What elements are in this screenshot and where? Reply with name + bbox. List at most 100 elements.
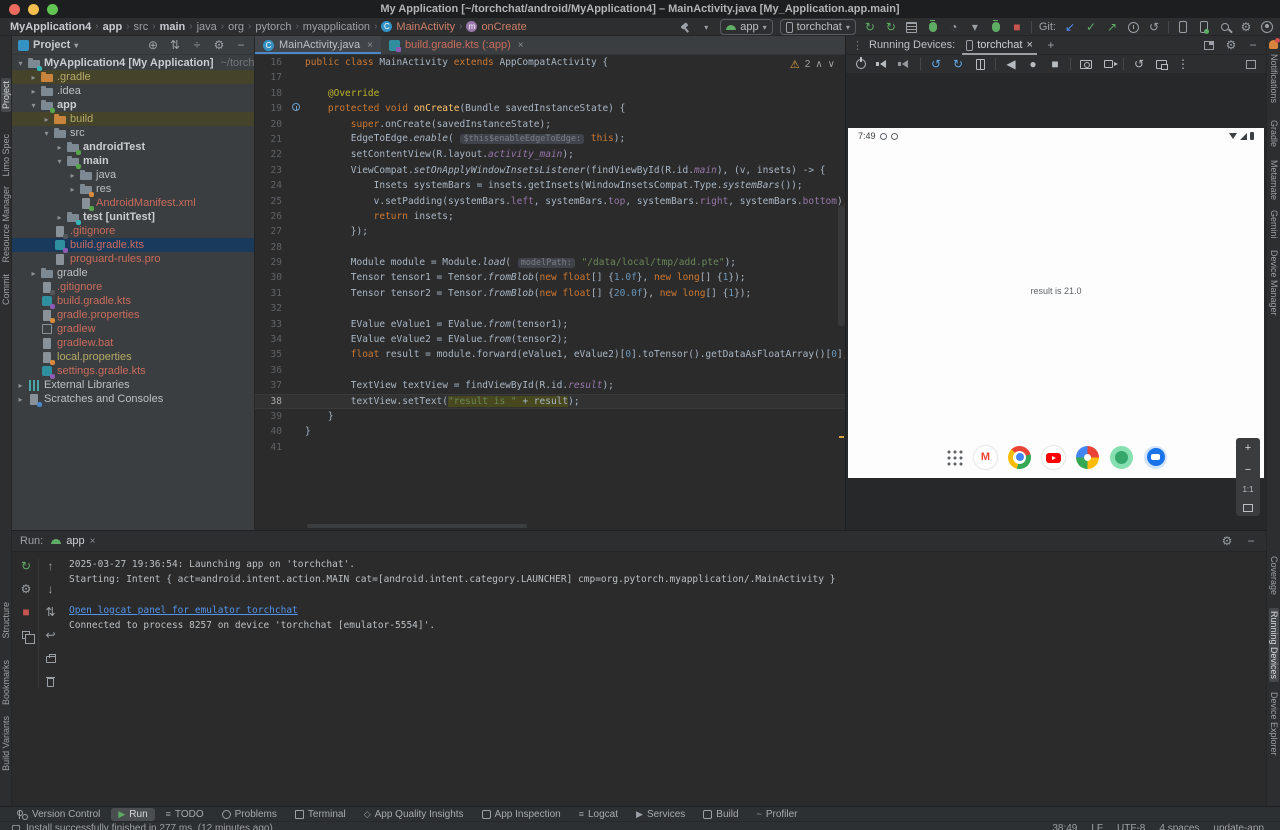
settings-icon[interactable]: ⚙ [1239, 20, 1253, 34]
code-line-27[interactable]: 27 }); [255, 224, 845, 239]
emulator-screen[interactable]: 7:49 result is 21.0 M [848, 128, 1264, 478]
apply-changes-icon[interactable]: ↻ [863, 20, 877, 34]
git-update-icon[interactable]: ↙ [1063, 20, 1077, 34]
code-line-21[interactable]: 21 EdgeToEdge.enable( $this$enableEdgeTo… [255, 132, 845, 147]
code-line-18[interactable]: 18 @Override [255, 86, 845, 101]
youtube-app-icon[interactable] [1042, 446, 1065, 469]
code-line-34[interactable]: 34 EValue eValue2 = EValue.from(tensor2)… [255, 332, 845, 347]
launcher-app-icon[interactable] [945, 448, 963, 466]
tool-strip-resource-manager[interactable]: Resource Manager [1, 186, 11, 263]
tree-item-test-unittest[interactable]: ▸test [unitTest] [12, 210, 254, 224]
zoom-ratio-button[interactable]: 1:1 [1242, 485, 1253, 494]
profiler-dropdown-icon[interactable]: ▾ [968, 20, 982, 34]
tool-strip-bookmarks[interactable]: Bookmarks [1, 660, 11, 705]
hide-toolbar-icon[interactable] [1244, 57, 1258, 71]
rotate-left-button[interactable]: ↺ [929, 57, 943, 71]
fit-to-window-button[interactable] [1243, 504, 1253, 512]
apply-code-changes-icon[interactable]: ↻ [884, 20, 898, 34]
editor-vertical-scrollbar[interactable] [838, 206, 845, 326]
more-options-button[interactable]: ⋮ [1176, 57, 1190, 71]
zoom-in-button[interactable]: + [1245, 442, 1251, 454]
code-line-36[interactable]: 36 [255, 363, 845, 378]
tree-item-local-properties[interactable]: local.properties [12, 350, 254, 364]
screenshot-button[interactable] [1079, 57, 1093, 71]
next-warning-icon[interactable]: ∨ [828, 59, 835, 70]
code-line-25[interactable]: 25 v.setPadding(systemBars.left, systemB… [255, 194, 845, 209]
expand-all-icon[interactable]: ÷ [190, 38, 204, 52]
tree-item-gradlew-bat[interactable]: gradlew.bat [12, 336, 254, 350]
gmail-app-icon[interactable]: M [974, 446, 997, 469]
stop-button[interactable]: ■ [19, 605, 33, 619]
editor-horizontal-scrollbar[interactable] [307, 524, 527, 528]
code-line-22[interactable]: 22 setContentView(R.layout.activity_main… [255, 147, 845, 162]
tool-button-run[interactable]: ▶Run [111, 808, 154, 821]
tree-item-proguard-rules-pro[interactable]: proguard-rules.pro [12, 252, 254, 266]
tree-item-gradle-properties[interactable]: gradle.properties [12, 308, 254, 322]
code-line-26[interactable]: 26 return insets; [255, 209, 845, 224]
tree-item-java[interactable]: ▸java [12, 168, 254, 182]
tool-button-terminal[interactable]: Terminal [288, 808, 353, 821]
code-line-20[interactable]: 20 super.onCreate(savedInstanceState); [255, 117, 845, 132]
code-line-41[interactable]: 41 [255, 440, 845, 455]
snapshots-button[interactable] [1154, 57, 1168, 71]
assistant-app-icon[interactable] [1110, 446, 1133, 469]
breadcrumb-item-src[interactable]: src [134, 21, 149, 33]
code-line-29[interactable]: 29 Module module = Module.load( modelPat… [255, 255, 845, 270]
zoom-out-button[interactable]: − [1245, 464, 1251, 476]
tree-item-myapplication4-my-application[interactable]: ▾MyApplication4 [My Application]~/torchc… [12, 56, 254, 70]
code-line-32[interactable]: 32 [255, 301, 845, 316]
tool-strip-structure[interactable]: Structure [1, 602, 11, 639]
user-avatar[interactable] [1260, 20, 1274, 34]
breadcrumb-item-app[interactable]: app [103, 21, 123, 33]
code-line-16[interactable]: 16public class MainActivity extends AppC… [255, 55, 845, 70]
prev-warning-icon[interactable]: ∧ [815, 59, 822, 70]
collapse-all-icon[interactable]: ⇅ [168, 38, 182, 52]
code-line-24[interactable]: 24 Insets systemBars = insets.getInsets(… [255, 178, 845, 193]
close-tab-icon[interactable]: × [90, 536, 96, 547]
scroll-down-button[interactable]: ↓ [44, 582, 58, 596]
tree-item-gitignore[interactable]: .gitignore [12, 224, 254, 238]
breadcrumb-item-myapplication[interactable]: myapplication [303, 21, 370, 33]
settings-icon[interactable]: ⚙ [1220, 534, 1234, 548]
restore-layout-button[interactable] [19, 628, 33, 642]
build-hammer-icon[interactable] [678, 20, 692, 34]
hide-panel-icon[interactable]: − [234, 38, 248, 52]
tree-item-app[interactable]: ▾app [12, 98, 254, 112]
tool-button-profiler[interactable]: ~Profiler [750, 808, 805, 821]
git-commit-icon[interactable]: ✓ [1084, 20, 1098, 34]
debug-icon[interactable] [926, 20, 940, 34]
inspection-widget[interactable]: ⚠ 2 ∧ ∨ [790, 58, 835, 71]
tool-strip-coverage[interactable]: Coverage [1269, 556, 1279, 595]
drag-handle-icon[interactable]: ⋮ [852, 39, 862, 52]
tree-item-gitignore[interactable]: .gitignore [12, 280, 254, 294]
tool-button-version-control[interactable]: Version Control [12, 808, 107, 821]
clear-all-button[interactable] [44, 674, 58, 688]
screen-record-button[interactable] [1101, 57, 1115, 71]
code-line-33[interactable]: 33 EValue eValue1 = EValue.from(tensor1)… [255, 317, 845, 332]
hide-panel-icon[interactable]: − [1246, 38, 1260, 52]
breadcrumb-item-oncreate[interactable]: onCreate [481, 21, 526, 33]
device-tab-torchchat[interactable]: torchchat × [962, 36, 1037, 55]
home-button[interactable]: ● [1026, 57, 1040, 71]
code-editor[interactable]: 16public class MainActivity extends AppC… [255, 55, 845, 530]
device-manager-icon[interactable] [1197, 20, 1211, 34]
close-tab-icon[interactable]: × [367, 40, 373, 51]
tool-strip-device-manager[interactable]: Device Manager [1269, 250, 1279, 316]
tree-item-scratches-and-consoles[interactable]: ▸Scratches and Consoles [12, 392, 254, 406]
tool-button-todo[interactable]: ≡TODO [159, 808, 211, 821]
soft-wrap-button[interactable]: ↩ [44, 628, 58, 642]
power-button[interactable] [854, 57, 868, 71]
code-line-30[interactable]: 30 Tensor tensor1 = Tensor.fromBlob(new … [255, 270, 845, 285]
tree-item-gradle[interactable]: ▸gradle [12, 266, 254, 280]
tree-item-idea[interactable]: ▸.idea [12, 84, 254, 98]
breadcrumb-item-myapplication4[interactable]: MyApplication4 [10, 21, 91, 33]
messages-app-icon[interactable] [1144, 446, 1167, 469]
tool-strip-notifications[interactable]: Notifications [1269, 54, 1279, 103]
device-reset-button[interactable]: ↺ [1132, 57, 1146, 71]
override-method-icon[interactable] [292, 103, 300, 111]
profiler-icon[interactable]: ◔ [947, 20, 961, 34]
overview-button[interactable]: ■ [1048, 57, 1062, 71]
code-line-23[interactable]: 23 ViewCompat.setOnApplyWindowInsetsList… [255, 163, 845, 178]
tool-button-app-quality-insights[interactable]: ◇App Quality Insights [357, 808, 471, 821]
run-console-output[interactable]: 2025-03-27 19:36:54: Launching app on 't… [69, 557, 1256, 633]
